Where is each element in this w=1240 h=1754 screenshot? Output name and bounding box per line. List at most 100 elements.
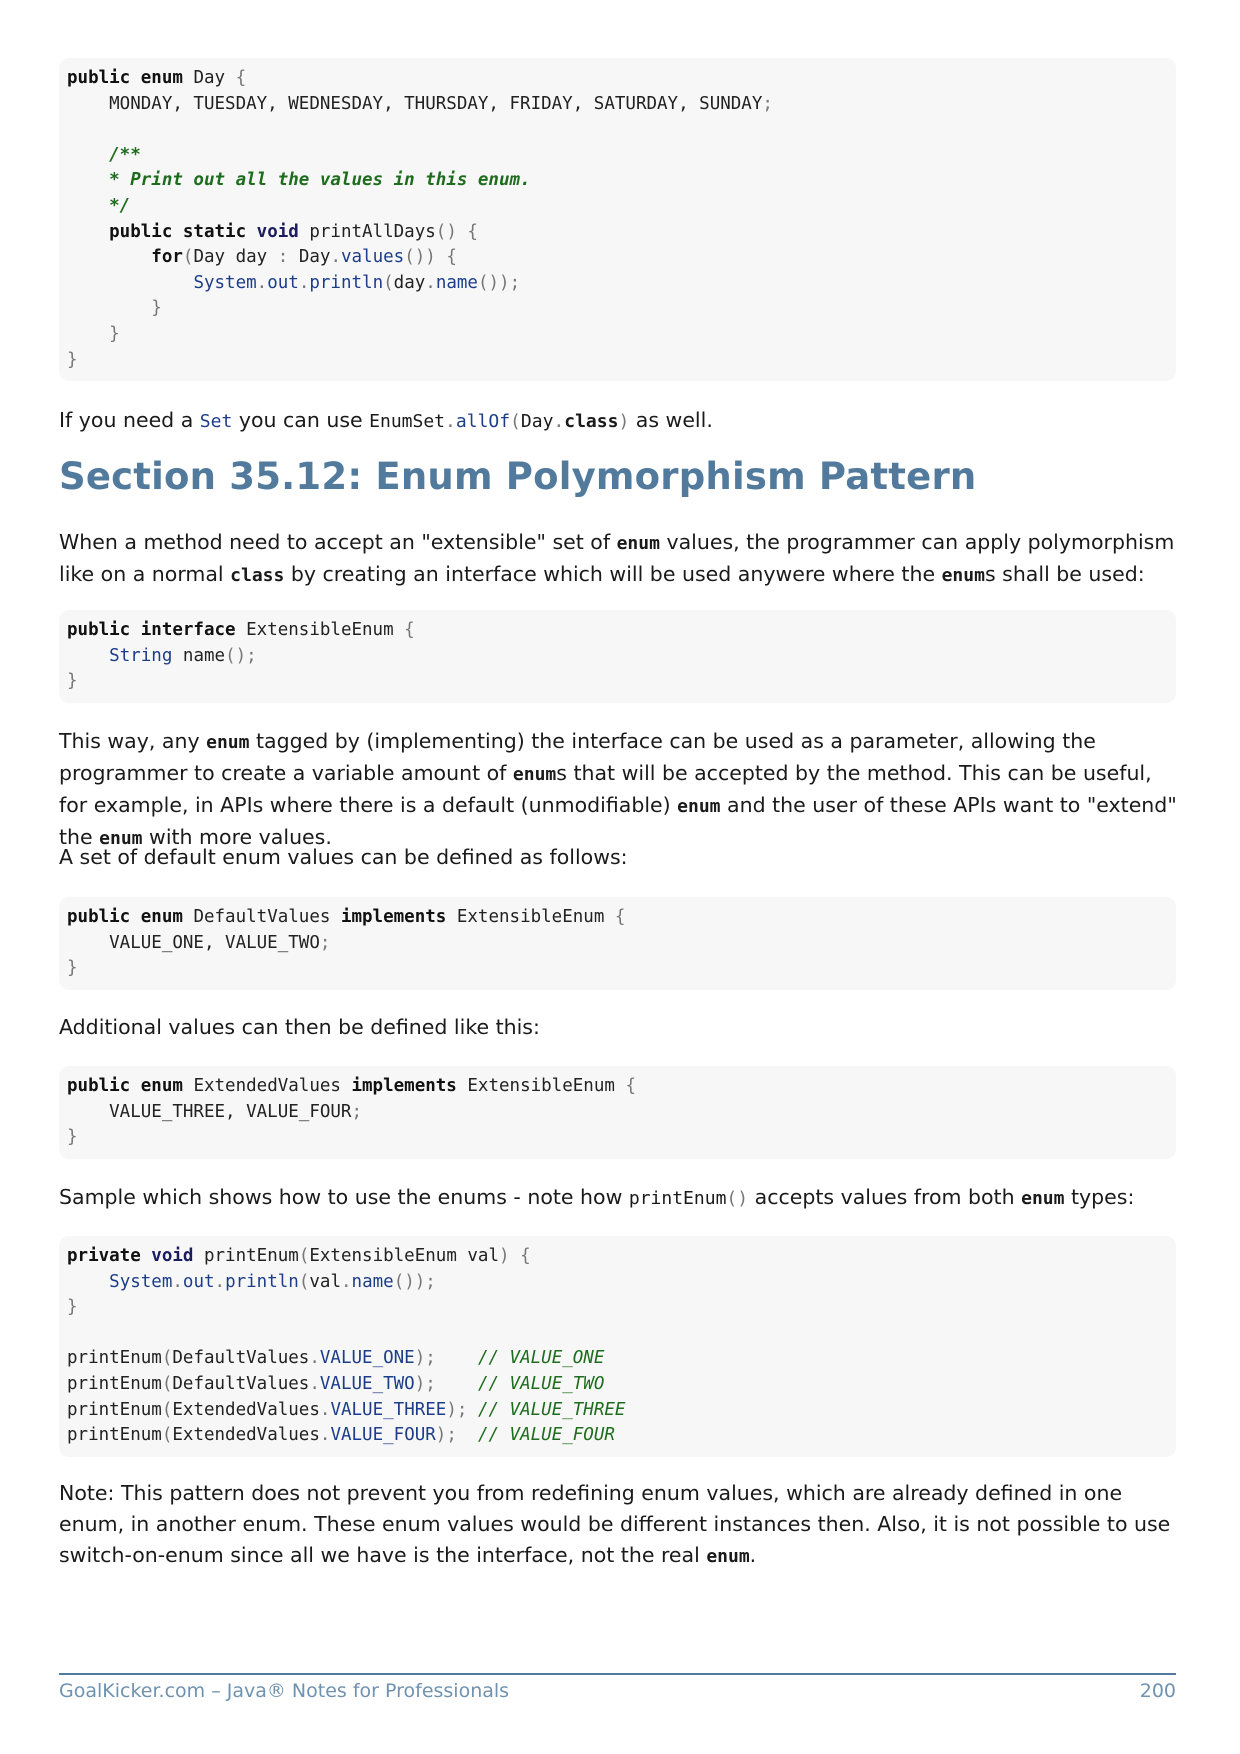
inline-code: allOf	[455, 411, 511, 432]
code-token: /**	[67, 144, 141, 165]
code-token: printEnum	[67, 1348, 162, 1369]
inline-code: class	[564, 411, 619, 432]
text-run: as well.	[629, 408, 713, 432]
text-run: Sample which shows how to use the enums …	[59, 1185, 629, 1209]
code-token: printAllDays	[309, 221, 436, 242]
text-run: accepts values from both	[748, 1185, 1022, 1209]
inline-code: EnumSet	[369, 411, 446, 432]
code-token: String	[109, 645, 173, 666]
code-line: /**	[67, 143, 1168, 169]
code-line: public static void printAllDays() {	[67, 220, 1168, 246]
text-run: types:	[1064, 1185, 1135, 1209]
inline-code: Day	[520, 411, 554, 432]
code-token: (	[298, 1271, 310, 1292]
code-token: }	[67, 1297, 78, 1318]
paragraph-additional-values: Additional values can then be defined li…	[59, 1015, 540, 1039]
code-token: Day day	[193, 247, 278, 268]
code-token: {	[235, 68, 247, 88]
code-token: VALUE_TWO	[319, 1373, 415, 1394]
code-line: */	[67, 194, 1168, 220]
code-line: printEnum(ExtendedValues.VALUE_THREE); /…	[67, 1398, 1168, 1424]
code-token: );	[414, 1373, 478, 1394]
code-token: );	[446, 1399, 478, 1420]
code-token: // VALUE_FOUR	[477, 1425, 615, 1446]
code-token: name	[172, 645, 226, 666]
text-run: by creating an interface which will be u…	[284, 562, 942, 586]
code-token: Day	[193, 68, 236, 88]
code-token: (	[161, 1373, 173, 1394]
code-line: private void printEnum(ExtensibleEnum va…	[67, 1244, 1168, 1270]
code-block-extended-values: public enum ExtendedValues implements Ex…	[59, 1066, 1176, 1159]
code-token: System	[109, 1271, 173, 1292]
code-line: public enum DefaultValues implements Ext…	[67, 905, 1168, 931]
code-line: printEnum(DefaultValues.VALUE_ONE); // V…	[67, 1346, 1168, 1372]
code-token: .	[309, 1373, 320, 1394]
paragraph-default-values: A set of default enum values can be defi…	[59, 845, 628, 869]
code-token: void	[256, 221, 310, 242]
code-token: public enum	[67, 68, 194, 88]
paragraph-enumset: If you need a Set you can use EnumSet.al…	[59, 405, 1181, 437]
code-token: public static	[67, 221, 257, 242]
code-token: out	[267, 272, 299, 293]
inline-code: enum	[616, 533, 660, 554]
code-token: printEnum	[67, 1425, 162, 1446]
code-line: VALUE_THREE, VALUE_FOUR;	[67, 1100, 1168, 1126]
code-token: ExtensibleEnum	[456, 907, 615, 927]
code-token: DefaultValues	[172, 1348, 310, 1369]
code-token: ;	[762, 93, 773, 114]
code-token: {	[625, 1076, 636, 1096]
code-token: println	[309, 272, 384, 293]
text-run: .	[749, 1543, 757, 1567]
code-token: implements	[340, 907, 457, 927]
code-line: public interface ExtensibleEnum {	[67, 618, 1168, 644]
code-token: .	[298, 272, 310, 293]
inline-code: enum	[512, 764, 557, 785]
code-token: {	[404, 620, 415, 640]
code-token: (	[161, 1425, 173, 1446]
code-line: }	[67, 296, 1168, 322]
code-token: ;	[319, 932, 331, 953]
code-token: */	[67, 195, 131, 216]
inline-code: printEnum	[628, 1188, 727, 1209]
code-token: ()) {	[404, 247, 457, 268]
inline-code: (	[510, 411, 521, 432]
code-token: void	[151, 1246, 204, 1266]
code-line: public enum ExtendedValues implements Ex…	[67, 1074, 1168, 1100]
paragraph-intro: When a method need to accept an "extensi…	[59, 527, 1181, 591]
code-token: ;	[351, 1101, 363, 1122]
code-token: printEnum	[67, 1373, 162, 1394]
footer-title: GoalKicker.com – Java® Notes for Profess…	[59, 1680, 510, 1702]
section-heading: Section 35.12: Enum Polymorphism Pattern	[59, 455, 977, 498]
code-token: .	[341, 1271, 352, 1292]
text-run: you can use	[232, 408, 370, 432]
code-token: // VALUE_ONE	[477, 1348, 605, 1369]
code-token: printEnum	[203, 1246, 299, 1266]
code-token: private	[67, 1246, 152, 1266]
code-line: MONDAY, TUESDAY, WEDNESDAY, THURSDAY, FR…	[67, 92, 1168, 118]
code-token: DefaultValues	[172, 1373, 310, 1394]
footer-divider	[59, 1673, 1176, 1675]
code-line: }	[67, 1295, 1168, 1321]
text-run: Note: This pattern does not prevent you …	[59, 1481, 1171, 1567]
code-token: .	[319, 1399, 331, 1420]
code-token: ) {	[499, 1246, 531, 1266]
code-token: public enum	[67, 907, 194, 927]
code-line: for(Day day : Day.values()) {	[67, 245, 1168, 271]
code-token: }	[67, 323, 120, 344]
code-line: VALUE_ONE, VALUE_TWO;	[67, 931, 1168, 957]
code-token: VALUE_ONE, VALUE_TWO	[67, 932, 320, 953]
code-line: }	[67, 956, 1168, 982]
inline-code: .	[553, 411, 565, 432]
inline-code: enum	[677, 796, 721, 817]
inline-code: class	[230, 565, 285, 586]
code-token: ExtensibleEnum	[467, 1076, 626, 1096]
code-token: ExtendedValues	[193, 1076, 352, 1096]
text-run: This way, any	[59, 729, 207, 753]
code-token: out	[182, 1271, 215, 1292]
paragraph-note: Note: This pattern does not prevent you …	[59, 1478, 1181, 1572]
code-token: :	[277, 247, 299, 268]
code-line: }	[67, 322, 1168, 348]
paragraph-this-way: This way, any enum tagged by (implementi…	[59, 726, 1181, 854]
code-line: }	[67, 669, 1168, 695]
